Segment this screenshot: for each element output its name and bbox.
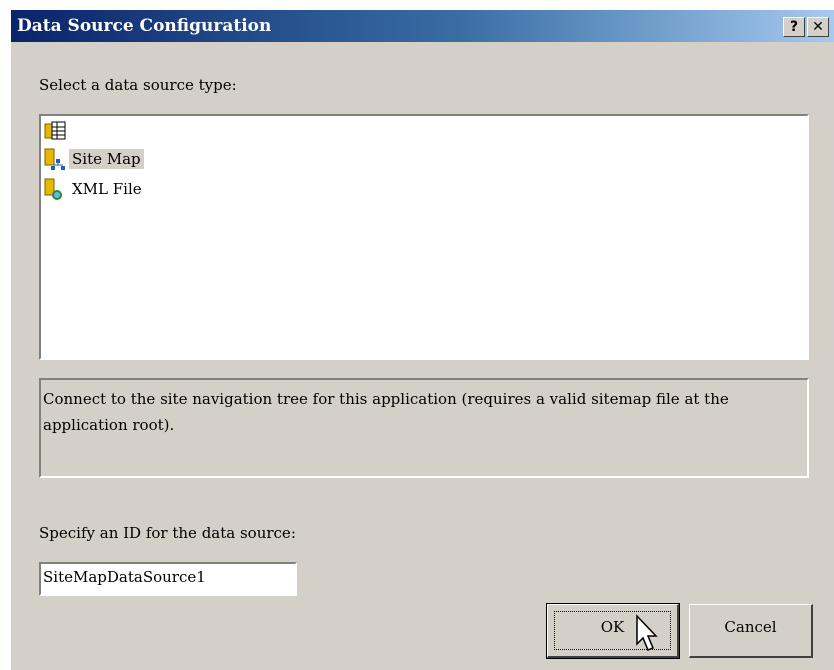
cancel-button-label: Cancel	[724, 618, 777, 636]
list-item-site-map[interactable]: Site Map	[43, 146, 144, 172]
cancel-button[interactable]: Cancel	[689, 604, 813, 658]
description-text: Connect to the site navigation tree for …	[43, 390, 729, 434]
ok-button-label: OK	[600, 618, 625, 636]
pointer-cursor-icon	[636, 614, 658, 651]
close-button[interactable]: ✕	[807, 17, 829, 37]
list-item-label	[69, 130, 75, 132]
id-label: Specify an ID for the data source:	[39, 524, 296, 542]
dialog-title: Data Source Configuration	[17, 16, 272, 36]
id-field[interactable]	[39, 562, 297, 596]
database-grid-icon	[44, 121, 66, 140]
description-panel: Connect to the site navigation tree for …	[39, 378, 809, 478]
help-button[interactable]: ?	[783, 17, 805, 37]
id-input[interactable]	[43, 568, 283, 586]
list-item-label: XML File	[72, 180, 142, 198]
select-source-label: Select a data source type:	[39, 76, 237, 94]
title-bar[interactable]: Data Source Configuration ? ✕	[11, 10, 834, 42]
xml-file-icon	[44, 178, 62, 200]
source-type-list[interactable]: Site Map XML File	[39, 114, 809, 360]
list-item-xml-file[interactable]: XML File	[43, 176, 145, 202]
list-item-database[interactable]	[43, 118, 75, 144]
list-item-label: Site Map	[69, 149, 144, 169]
dialog-window: Data Source Configuration ? ✕ Select a d…	[10, 10, 834, 670]
site-map-icon	[44, 148, 65, 170]
